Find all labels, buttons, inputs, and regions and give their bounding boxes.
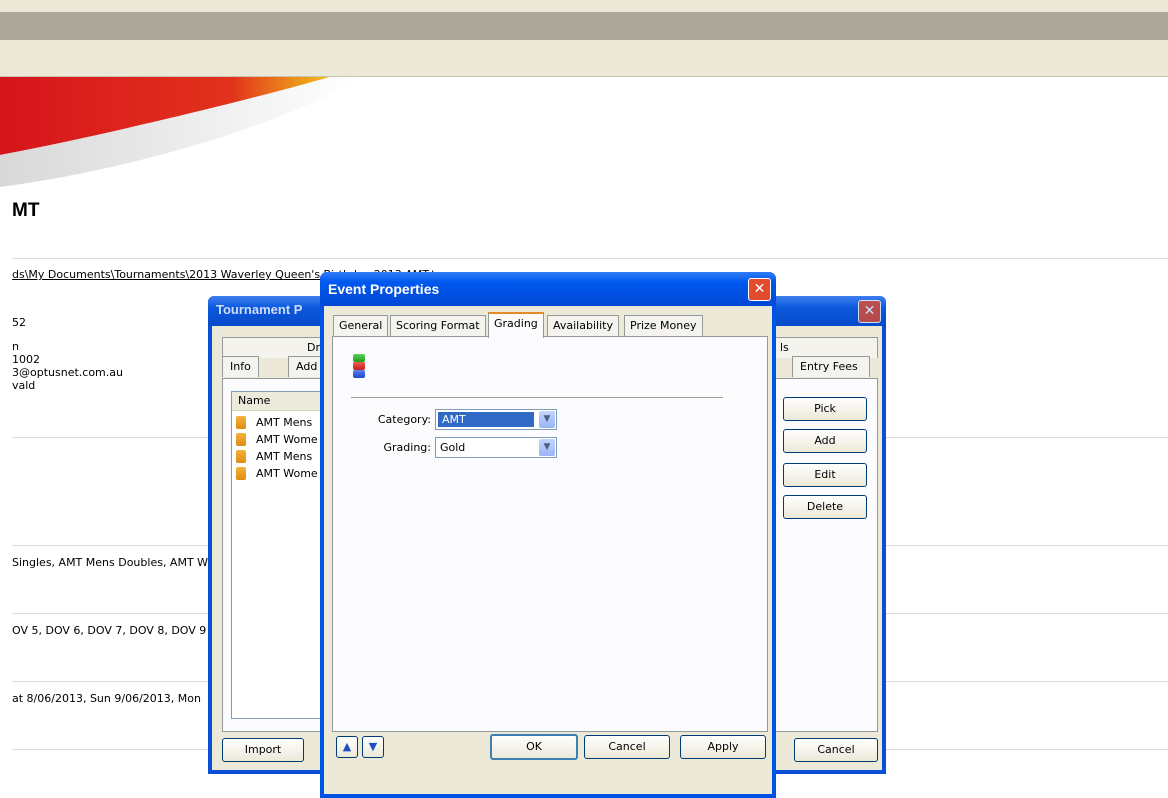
list-item[interactable]: AMT Mens <box>232 414 312 431</box>
tab-ls[interactable]: ls <box>772 337 878 358</box>
category-value: AMT <box>438 412 534 427</box>
event-properties-dialog: Event Properties ✕ General Scoring Forma… <box>320 272 776 798</box>
list-item[interactable]: AMT Mens <box>232 448 312 465</box>
delete-button[interactable]: Delete <box>783 495 867 519</box>
move-up-icon[interactable]: ▲ <box>336 736 358 758</box>
import-button[interactable]: Import <box>222 738 304 762</box>
move-down-icon[interactable]: ▼ <box>362 736 384 758</box>
info-line: n <box>12 340 19 353</box>
tab-label: Entry Fees <box>800 360 858 373</box>
column-name-header: Name <box>238 394 271 407</box>
events-line: Singles, AMT Mens Doubles, AMT W <box>12 556 209 569</box>
info-line: vald <box>12 379 36 392</box>
ok-button[interactable]: OK <box>490 734 578 760</box>
grading-value: Gold <box>440 441 466 454</box>
category-label: Category: <box>377 413 431 426</box>
database-icon <box>236 467 246 480</box>
tab-general[interactable]: General <box>333 315 389 336</box>
close-icon[interactable]: ✕ <box>858 300 881 323</box>
close-icon[interactable]: ✕ <box>748 278 771 301</box>
dialog-title: Event Properties <box>328 281 440 297</box>
list-item-label: AMT Mens <box>256 450 313 463</box>
toolbar <box>0 40 1168 77</box>
cancel-button[interactable]: Cancel <box>794 738 878 762</box>
apply-button[interactable]: Apply <box>680 735 766 759</box>
chevron-down-icon[interactable]: ▼ <box>539 439 555 456</box>
menu-bar <box>0 12 1168 40</box>
grading-label: Grading: <box>383 441 432 454</box>
list-item-label: AMT Mens <box>256 416 313 429</box>
list-item[interactable]: AMT Wome <box>232 431 318 448</box>
cancel-button[interactable]: Cancel <box>584 735 670 759</box>
add-button[interactable]: Add <box>783 429 867 453</box>
window-title: Tournament P <box>216 302 303 317</box>
tab-label: Add <box>296 360 318 373</box>
list-header[interactable]: Name <box>232 392 324 411</box>
edit-button[interactable]: Edit <box>783 463 867 487</box>
events-list[interactable]: Name AMT Mens AMT Wome AMT Mens AMT Wome <box>231 391 325 719</box>
tab-entry-fees[interactable]: Entry Fees <box>792 356 870 377</box>
email-line: 3@optusnet.com.au <box>12 366 123 379</box>
category-select[interactable]: AMT ▼ <box>435 409 557 430</box>
pick-button[interactable]: Pick <box>783 397 867 421</box>
grading-select[interactable]: Gold ▼ <box>435 437 557 458</box>
tab-availability[interactable]: Availability <box>547 315 619 336</box>
separator <box>351 397 723 398</box>
dialog-body: General Scoring Format Grading Availabil… <box>324 306 772 794</box>
tab-dr[interactable]: Dr <box>222 337 328 358</box>
divisions-line: OV 5, DOV 6, DOV 7, DOV 8, DOV 9 <box>12 624 207 637</box>
tab-info[interactable]: Info <box>222 356 259 377</box>
tab-label: ls <box>780 341 789 354</box>
list-item-label: AMT Wome <box>256 433 318 446</box>
tab-grading[interactable]: Grading <box>488 312 544 338</box>
tab-prize-money[interactable]: Prize Money <box>624 315 703 336</box>
category-icon <box>353 354 365 378</box>
info-line: 1002 <box>12 353 40 366</box>
info-line: 52 <box>12 316 26 329</box>
banner-swoosh <box>0 77 360 187</box>
grading-panel: Category: AMT ▼ Grading: Gold ▼ <box>332 336 768 732</box>
tab-label: Info <box>230 360 251 373</box>
dates-line: at 8/06/2013, Sun 9/06/2013, Mon <box>12 692 201 705</box>
database-icon <box>236 433 246 446</box>
divider <box>12 258 1168 259</box>
page-title: MT <box>12 200 40 221</box>
list-item-label: AMT Wome <box>256 467 318 480</box>
top-bar <box>0 0 1168 12</box>
tab-scoring-format[interactable]: Scoring Format <box>390 315 486 336</box>
database-icon <box>236 416 246 429</box>
chevron-down-icon[interactable]: ▼ <box>539 411 555 428</box>
list-item[interactable]: AMT Wome <box>232 465 318 482</box>
tab-label: Dr <box>307 341 320 354</box>
database-icon <box>236 450 246 463</box>
